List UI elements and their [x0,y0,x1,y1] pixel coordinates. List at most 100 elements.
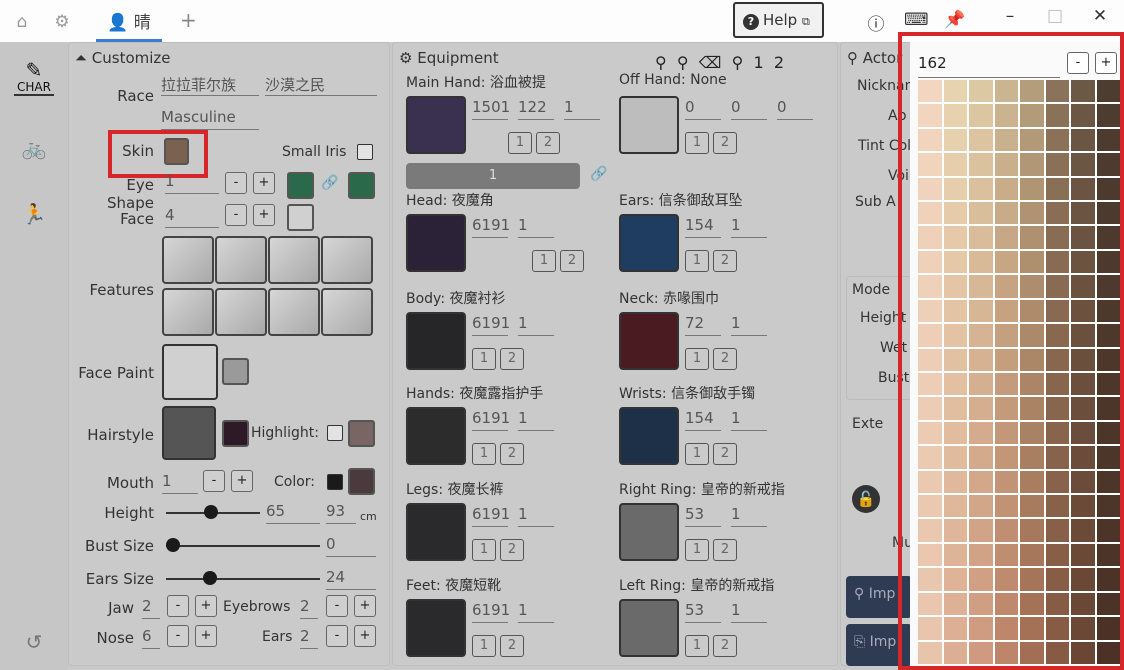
legs-dye-1[interactable]: 1 [472,539,496,561]
person-edit-icon[interactable]: ⚲ [732,53,744,72]
tab-active[interactable]: 👤 晴 [96,0,162,42]
head-dye-2[interactable]: 2 [560,250,584,272]
eye-color-left[interactable] [287,172,314,199]
hair-color[interactable] [222,420,249,447]
person-add-icon[interactable]: ⚲ [677,53,689,72]
right-ring-value-1[interactable]: 53 [685,505,721,527]
legs-icon[interactable] [406,503,466,561]
face-paint-slot[interactable] [162,344,218,400]
help-button[interactable]: ? Help ⧉ [733,2,824,38]
legs-value-2[interactable]: 1 [518,505,554,527]
neck-icon[interactable] [619,312,679,370]
legs-dye-2[interactable]: 2 [500,539,524,561]
left-ring-value-2[interactable]: 1 [731,601,767,623]
hands-value-2[interactable]: 1 [518,409,554,431]
hands-icon[interactable] [406,407,466,465]
wrists-icon[interactable] [619,407,679,465]
gear-icon[interactable]: ⚙ [52,12,72,32]
body-value-2[interactable]: 1 [518,314,554,336]
right-ring-icon[interactable] [619,503,679,561]
ears-knob[interactable] [202,571,217,585]
eyebrows-value[interactable]: 2 [300,597,318,619]
left-ring-dye-2[interactable]: 2 [713,635,737,657]
eye-color-right[interactable] [348,172,375,199]
right-ring-dye-2[interactable]: 2 [713,539,737,561]
ears-value-1[interactable]: 154 [685,216,721,238]
sidebar-item-char[interactable]: ✎ CHAR [14,58,54,96]
right-ring-dye-1[interactable]: 1 [685,539,709,561]
off-hand-value-1[interactable]: 0 [685,98,721,120]
wrists-dye-2[interactable]: 2 [713,443,737,465]
close-button[interactable]: ✕ [1090,6,1110,26]
feet-value-1[interactable]: 6191 [472,601,510,623]
right-ring-value-2[interactable]: 1 [731,505,767,527]
lip-color-checkbox[interactable] [327,474,343,490]
person-icon[interactable]: ⚲ [655,53,667,72]
keyboard-icon[interactable]: ⌨ [904,10,929,30]
off-hand-dye-2[interactable]: 2 [713,132,737,154]
legs-value-1[interactable]: 6191 [472,505,510,527]
gender-select[interactable]: Masculine [161,108,259,130]
face-paint-color[interactable] [222,358,249,385]
off-hand-icon[interactable] [619,96,679,154]
mouth-minus[interactable]: - [203,470,225,492]
slot-2[interactable]: 2 [774,53,784,72]
eye-shape-plus[interactable]: + [253,172,275,194]
ears-value-2[interactable]: 1 [731,216,767,238]
neck-value-1[interactable]: 72 [685,314,721,336]
height-knob[interactable] [203,505,218,519]
hairstyle-slot[interactable] [162,406,216,460]
face-color[interactable] [287,204,314,231]
info-icon[interactable]: ⓘ [866,10,886,35]
off-hand-value-3[interactable]: 0 [777,98,813,120]
jaw-plus[interactable]: + [195,595,217,617]
weapon-slider-bar[interactable]: 1 [406,163,580,189]
neck-dye-1[interactable]: 1 [685,348,709,370]
ears2-plus[interactable]: + [354,625,376,647]
lip-color[interactable] [348,468,375,495]
eye-shape-minus[interactable]: - [225,172,247,194]
face-minus[interactable]: - [225,204,247,226]
feature-3[interactable] [268,236,320,284]
slot-1[interactable]: 1 [753,53,763,72]
lock-icon[interactable]: 🔓 [852,485,880,513]
eyebrows-plus[interactable]: + [354,595,376,617]
feature-2[interactable] [215,236,267,284]
feet-dye-2[interactable]: 2 [500,635,524,657]
face-plus[interactable]: + [253,204,275,226]
mouth-value[interactable]: 1 [162,472,198,494]
ears-dye-1[interactable]: 1 [685,250,709,272]
feature-1[interactable] [162,236,214,284]
race-select[interactable]: 拉拉菲尔族 [161,74,259,96]
mouth-plus[interactable]: + [231,470,253,492]
eye-shape-value[interactable]: 1 [165,172,219,194]
wrists-value-2[interactable]: 1 [731,409,767,431]
wrists-value-1[interactable]: 154 [685,409,721,431]
pin-icon[interactable]: 📌 [944,10,965,30]
feature-7[interactable] [268,288,320,336]
feet-icon[interactable] [406,599,466,657]
off-hand-dye-1[interactable]: 1 [685,132,709,154]
hands-value-1[interactable]: 6191 [472,409,510,431]
bust-slider[interactable] [166,545,320,547]
main-hand-dye-2[interactable]: 2 [536,132,560,154]
undo-icon[interactable]: ↺ [14,630,54,654]
body-dye-2[interactable]: 2 [500,348,524,370]
highlight-color[interactable] [348,420,375,447]
main-hand-value-1[interactable]: 1501 [472,98,510,120]
hands-dye-1[interactable]: 1 [472,443,496,465]
bust-value[interactable]: 0 [326,535,376,557]
feet-value-2[interactable]: 1 [518,601,554,623]
main-hand-value-3[interactable]: 1 [564,98,600,120]
jaw-minus[interactable]: - [167,595,189,617]
head-value-2[interactable]: 1 [518,216,554,238]
feature-4[interactable] [321,236,373,284]
body-dye-1[interactable]: 1 [472,348,496,370]
bicycle-icon[interactable]: 🚲 [14,136,54,160]
main-hand-icon[interactable] [406,96,466,154]
link-icon[interactable]: 🔗 [321,175,338,191]
small-iris-checkbox[interactable] [357,144,373,160]
head-icon[interactable] [406,214,466,272]
body-icon[interactable] [406,312,466,370]
height-value[interactable]: 65 [266,502,320,524]
